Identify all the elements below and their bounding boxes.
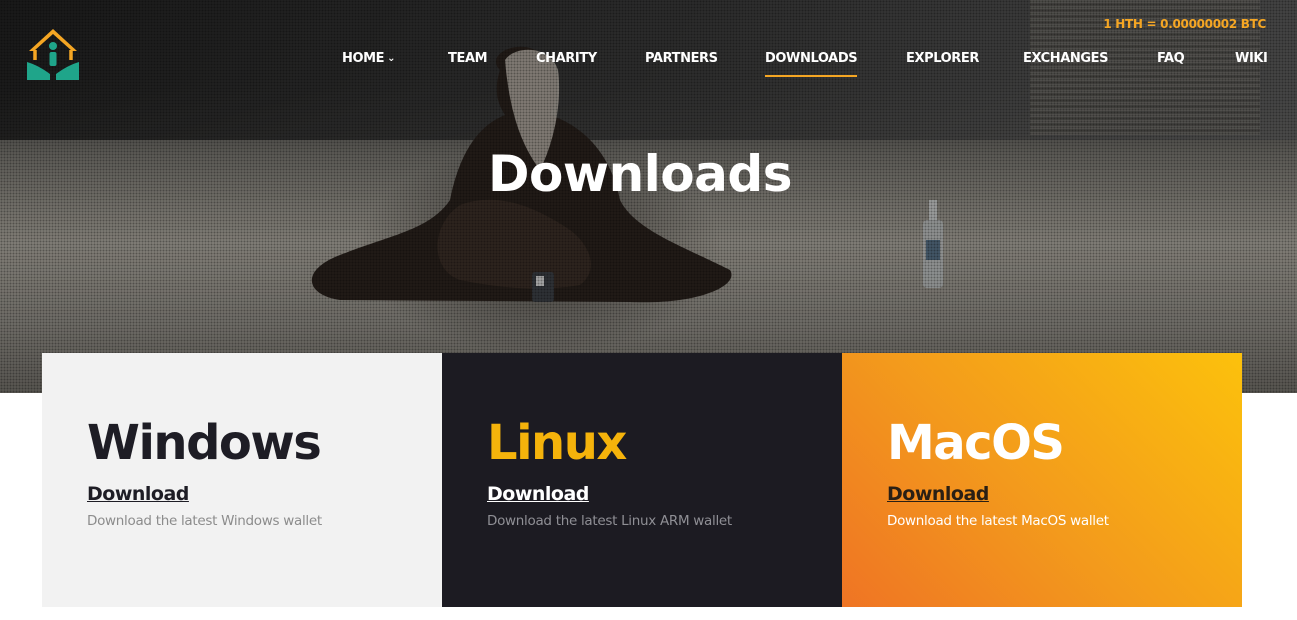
nav-item-label: CHARITY — [536, 51, 597, 66]
card-description: Download the latest MacOS wallet — [887, 513, 1109, 529]
nav-item-downloads[interactable]: DOWNLOADS — [765, 51, 858, 79]
download-card-macos: MacOS Download Download the latest MacOS… — [842, 353, 1242, 607]
download-card-windows: Windows Download Download the latest Win… — [42, 353, 442, 607]
linux-download-link[interactable]: Download — [487, 483, 589, 505]
nav-item-label: HOME — [342, 51, 385, 66]
nav-item-exchanges[interactable]: EXCHANGES — [1023, 51, 1109, 79]
nav-item-label: WIKI — [1235, 51, 1268, 66]
nav-item-label: EXCHANGES — [1023, 51, 1109, 66]
nav-item-home[interactable]: HOME ⌄ — [342, 51, 396, 79]
price-ticker: 1 HTH = 0.00000002 BTC — [1103, 17, 1266, 31]
nav-item-partners[interactable]: PARTNERS — [645, 51, 718, 79]
main-navigation: HOME ⌄ TEAM CHARITY PARTNERS DOWNLOADS EX… — [0, 51, 1297, 81]
macos-download-link[interactable]: Download — [887, 483, 989, 505]
page-title: Downloads — [488, 145, 792, 203]
nav-item-explorer[interactable]: EXPLORER — [906, 51, 979, 79]
card-title: Windows — [87, 415, 322, 471]
card-description: Download the latest Linux ARM wallet — [487, 513, 732, 529]
nav-item-label: FAQ — [1157, 51, 1185, 66]
nav-item-wiki[interactable]: WIKI — [1235, 51, 1268, 79]
chevron-down-icon: ⌄ — [387, 53, 396, 64]
nav-item-team[interactable]: TEAM — [448, 51, 488, 79]
nav-item-label: PARTNERS — [645, 51, 718, 66]
card-title: Linux — [487, 415, 627, 471]
download-card-linux: Linux Download Download the latest Linux… — [442, 353, 842, 607]
nav-item-label: DOWNLOADS — [765, 51, 858, 66]
nav-item-label: TEAM — [448, 51, 488, 66]
card-description: Download the latest Windows wallet — [87, 513, 322, 529]
nav-item-charity[interactable]: CHARITY — [536, 51, 597, 79]
nav-item-label: EXPLORER — [906, 51, 980, 66]
nav-item-faq[interactable]: FAQ — [1157, 51, 1185, 79]
windows-download-link[interactable]: Download — [87, 483, 189, 505]
card-title: MacOS — [887, 415, 1065, 471]
